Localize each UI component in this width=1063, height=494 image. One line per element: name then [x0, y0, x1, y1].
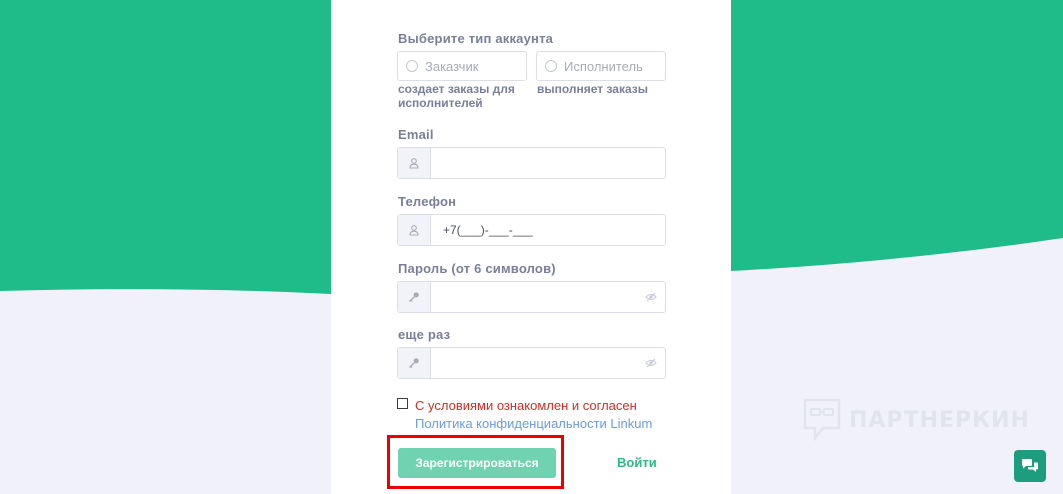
radio-circle-icon[interactable] [545, 60, 557, 72]
email-field[interactable] [431, 148, 665, 178]
repeat-password-label: еще раз [398, 327, 451, 342]
chat-bubbles-icon [1022, 459, 1038, 472]
password-label: Пароль (от 6 символов) [398, 261, 556, 276]
customer-option[interactable]: Заказчик [397, 51, 527, 81]
key-icon [398, 348, 431, 378]
agree-checkbox[interactable] [397, 398, 408, 409]
executor-option[interactable]: Исполнитель [536, 51, 666, 81]
radio-circle-icon[interactable] [406, 60, 418, 72]
green-band-left [0, 0, 331, 294]
registration-card: Выберите тип аккаунта Заказчик Исполните… [331, 0, 731, 494]
email-label: Email [398, 127, 434, 142]
user-icon [398, 148, 431, 178]
phone-input-group [397, 214, 666, 246]
chat-widget-button[interactable] [1014, 450, 1046, 482]
executor-option-label: Исполнитель [564, 58, 643, 74]
green-band-right [731, 0, 1063, 271]
phone-field[interactable] [431, 215, 665, 245]
executor-description: выполняет заказы [537, 82, 649, 96]
email-input-group [397, 147, 666, 179]
watermark-text: ПАРТНЕРКИН [849, 407, 1030, 433]
eye-slash-icon[interactable] [637, 282, 665, 312]
phone-label: Телефон [398, 194, 457, 209]
customer-option-label: Заказчик [425, 58, 479, 74]
eye-slash-icon[interactable] [637, 348, 665, 378]
password-field[interactable] [431, 282, 637, 312]
user-icon [398, 215, 431, 245]
agree-text: С условиями ознакомлен и согласен [415, 398, 637, 413]
watermark: ПАРТНЕРКИН [803, 398, 1030, 442]
key-icon [398, 282, 431, 312]
repeat-password-field[interactable] [431, 348, 637, 378]
chat-bubble-logo-icon [803, 398, 841, 442]
highlight-box [387, 435, 564, 489]
customer-description: создает заказы для исполнителей [398, 82, 515, 110]
password-input-group [397, 281, 666, 313]
account-type-label: Выберите тип аккаунта [398, 31, 554, 46]
repeat-password-input-group [397, 347, 666, 379]
privacy-policy-link[interactable]: Политика конфиденциальности Linkum [415, 416, 652, 431]
login-link[interactable]: Войти [617, 455, 657, 470]
